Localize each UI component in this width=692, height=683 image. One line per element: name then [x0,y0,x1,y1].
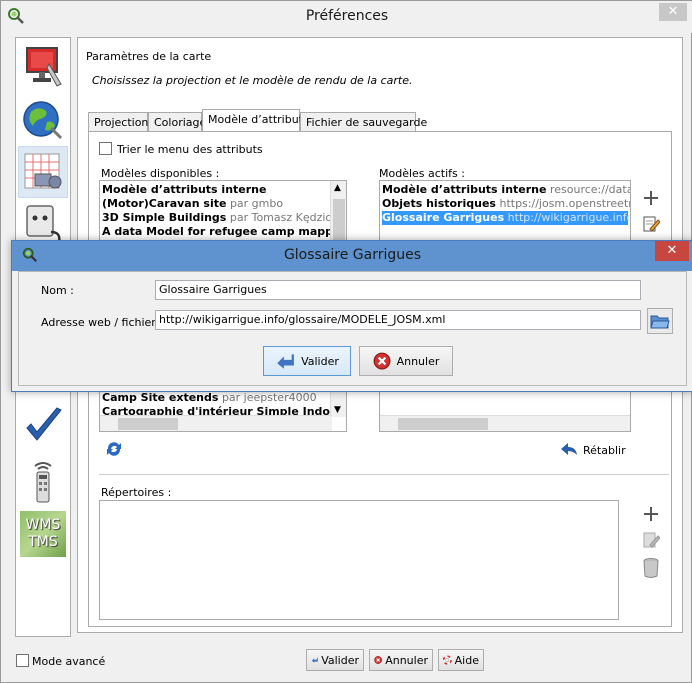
plus-icon [644,191,658,205]
dialog-ok-button[interactable]: Valider [263,346,351,376]
ok-button[interactable]: Valider [306,649,364,671]
dialog-cancel-button[interactable]: Annuler [359,346,453,376]
dialog-body: Nom : Glossaire Garrigues Adresse web / … [18,271,687,386]
reset-button[interactable]: Rétablir [559,440,626,460]
dialog-title-bar: Glossaire Garrigues ✕ [12,241,692,271]
edit-directory-button[interactable] [641,530,661,550]
cancel-icon [374,656,382,664]
section-title: Paramètres de la carte [86,50,212,63]
edit-disabled-icon [643,532,660,548]
active-models-label: Modèles actifs : [379,167,465,180]
cancel-button[interactable]: Annuler [369,649,433,671]
refresh-button[interactable] [103,438,125,460]
sidebar-item-map-settings[interactable] [18,94,68,146]
dialog-close-icon[interactable]: ✕ [655,241,689,261]
cancel-icon [373,352,391,370]
plus-icon [644,507,658,521]
ok-arrow-icon [311,657,318,663]
undo-arrow-icon [561,443,577,455]
tab-coloriage[interactable]: Coloriage [148,112,206,132]
section-subtitle: Choisissez la projection et le modèle de… [92,74,413,87]
list-item[interactable]: Camp Site extends par jeepster4000 [102,391,317,405]
add-directory-button[interactable] [641,504,661,524]
list-item[interactable]: Objets historiques https://josm.openstre… [382,197,630,211]
window-title: Préférences [305,8,389,24]
wms-tms-icon: WMS TMS [20,511,66,557]
add-active-button[interactable] [641,188,661,208]
expert-mode-checkbox[interactable] [16,654,29,667]
map-paint-icon [24,153,62,189]
window-close-icon[interactable]: ✕ [659,3,687,21]
display-icon [26,47,62,87]
validator-check-icon [26,407,62,441]
name-field[interactable]: Glossaire Garrigues [155,280,641,300]
directories-label: Répertoires : [101,486,172,499]
refresh-icon [107,442,121,456]
title-bar: Préférences ✕ [1,1,692,33]
divider [99,474,669,475]
sidebar-item-validator[interactable] [18,400,68,452]
remote-control-icon [34,462,52,503]
list-item[interactable]: A data Model for refugee camp mapping [102,225,346,239]
tab-projection[interactable]: Projection [88,112,148,132]
sidebar-item-remote-control[interactable] [18,456,68,508]
tab-attribute-models[interactable]: Modèle d’attributs [202,109,309,132]
sort-menu-label: Trier le menu des attributs [117,143,263,156]
name-label: Nom : [41,284,74,297]
edit-active-button[interactable] [641,214,661,234]
delete-directory-button[interactable] [641,556,661,580]
url-field[interactable]: http://wikigarrigue.info/glossaire/MODEL… [155,310,641,330]
tab-save-file[interactable]: Fichier de sauvegarde [300,112,427,132]
reset-label: Rétablir [583,443,626,457]
tab-bar: Projection Coloriage Modèle d’attributs … [88,109,672,132]
edit-model-dialog: Glossaire Garrigues ✕ Nom : Glossaire Ga… [11,240,692,392]
help-button[interactable]: Aide [438,649,484,671]
url-label: Adresse web / fichier : [41,316,164,329]
sidebar-item-wms-tms[interactable]: WMS TMS [18,508,68,560]
list-item-selected[interactable]: Glossaire Garrigues http://wikigarrigue.… [382,211,630,225]
dialog-title: Glossaire Garrigues [283,247,422,263]
list-item[interactable]: (Motor)Caravan site par gmbo [102,197,283,211]
folder-open-icon [650,315,670,329]
expert-mode-label: Mode avancé [32,655,106,668]
ok-arrow-icon [277,354,294,369]
available-models-label: Modèles disponibles : [101,167,220,180]
sidebar-item-map-paint[interactable] [18,146,68,198]
list-item[interactable]: 3D Simple Buildings par Tomasz Kędziora … [102,211,346,225]
sort-menu-checkbox[interactable] [99,142,112,155]
active-hscrollbar[interactable] [380,415,630,431]
trash-icon [643,558,659,578]
edit-icon [643,216,660,232]
sidebar-item-display[interactable] [18,40,68,92]
list-item[interactable]: Modèle d’attributs interne resource://da… [382,183,630,197]
help-lifebuoy-icon [443,655,452,665]
available-hscrollbar[interactable] [100,415,332,431]
directories-list[interactable] [99,500,619,620]
list-item[interactable]: Modèle d’attributs interne [102,183,266,197]
browse-file-button[interactable] [647,308,673,334]
map-globe-icon [23,101,63,140]
